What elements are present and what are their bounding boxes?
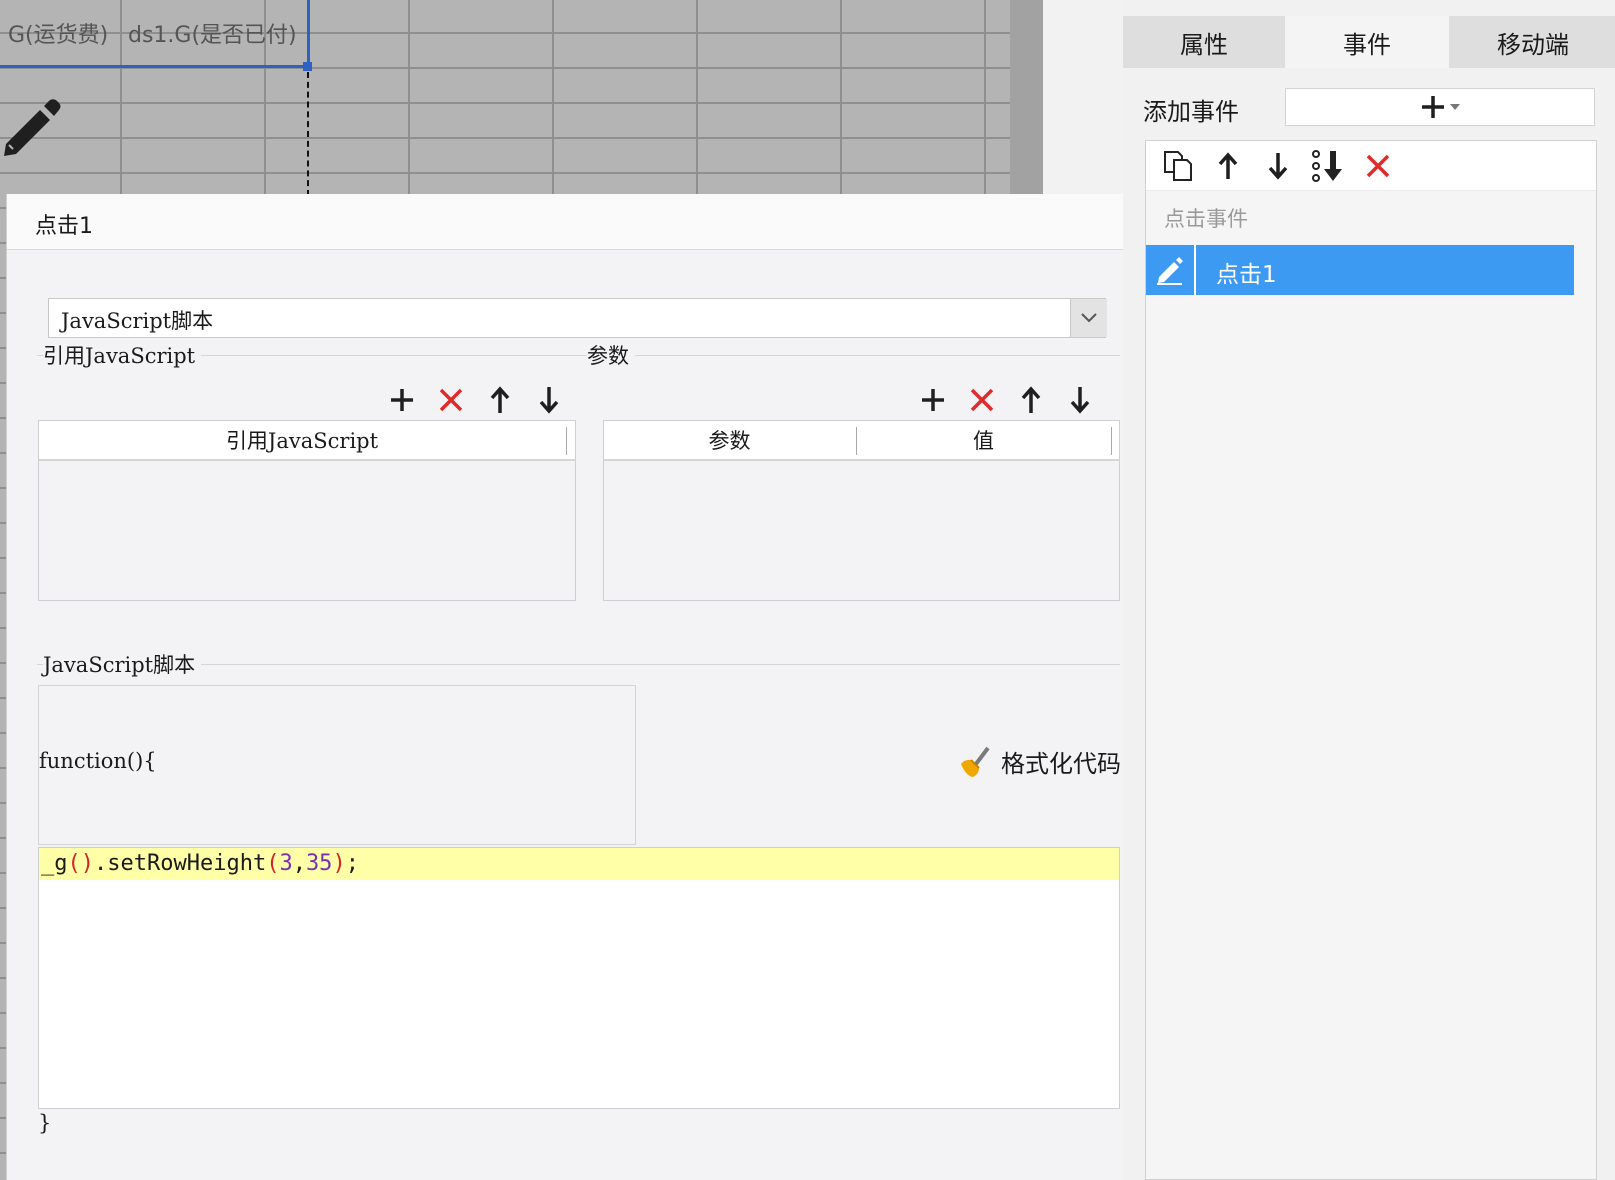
- event-list-toolbar: [1146, 141, 1596, 191]
- arrow-down-icon: [539, 387, 559, 414]
- code-token-number: 3: [279, 851, 293, 876]
- event-group-label: 点击事件: [1164, 207, 1248, 231]
- plus-icon: [391, 389, 413, 411]
- format-code-button[interactable]: 格式化代码: [957, 741, 1121, 781]
- param-value-column-header[interactable]: 值: [857, 421, 1110, 459]
- delete-icon: [970, 388, 994, 412]
- ref-js-table[interactable]: 引用JavaScript: [38, 420, 576, 601]
- move-down-event-button[interactable]: [1258, 146, 1298, 186]
- code-token-text: .setRowHeight: [94, 851, 267, 876]
- move-up-param-button[interactable]: [1011, 380, 1051, 420]
- event-item-label: 点击1: [1216, 262, 1277, 288]
- move-down-param-button[interactable]: [1060, 380, 1100, 420]
- panel-tabbar: 属性 事件 移动端: [1123, 16, 1615, 68]
- add-param-button[interactable]: [913, 380, 953, 420]
- params-table-header: 参数 值: [604, 421, 1119, 461]
- dialog-titlebar: 点击1: [7, 194, 1145, 250]
- fill-handle[interactable]: [303, 62, 312, 71]
- event-type-value: JavaScript脚本: [61, 309, 214, 333]
- sheet-scroll-strip: [1010, 0, 1043, 195]
- broom-icon: [961, 746, 990, 777]
- arrow-up-icon: [1021, 386, 1041, 413]
- code-token-number: 35: [305, 851, 333, 876]
- arrow-up-icon: [490, 386, 510, 413]
- add-ref-js-button[interactable]: [382, 380, 422, 420]
- code-token-paren: (: [67, 851, 81, 876]
- code-token-paren: (: [266, 851, 280, 876]
- sort-icon: [1312, 150, 1342, 182]
- function-close-text: }: [38, 1111, 52, 1135]
- arrow-down-icon: [1268, 153, 1288, 180]
- ref-js-group-label: 引用JavaScript: [43, 340, 202, 370]
- format-code-label: 格式化代码: [1001, 749, 1121, 778]
- delete-icon: [439, 388, 463, 412]
- move-up-ref-js-button[interactable]: [480, 380, 520, 420]
- params-table[interactable]: 参数 值: [603, 420, 1120, 601]
- edit-icon[interactable]: [1146, 245, 1196, 295]
- code-token-text: ,: [292, 851, 306, 876]
- params-group-label: 参数: [587, 340, 635, 370]
- group-divider: [572, 355, 1120, 356]
- ref-js-table-header: 引用JavaScript: [39, 421, 575, 461]
- tab-events[interactable]: 事件: [1285, 16, 1449, 68]
- ref-js-toolbar: [382, 380, 569, 420]
- column-separator: [566, 427, 567, 455]
- sort-event-button[interactable]: [1308, 146, 1348, 186]
- dialog-title: 点击1: [35, 214, 93, 239]
- sheet-gap: [1043, 0, 1123, 195]
- ref-js-column-header[interactable]: 引用JavaScript: [39, 421, 565, 459]
- script-group-label: JavaScript脚本: [43, 649, 202, 679]
- event-type-select[interactable]: JavaScript脚本: [48, 298, 1107, 338]
- code-token-text: ;: [345, 851, 359, 876]
- copy-icon: [1164, 151, 1192, 181]
- plus-icon: [922, 389, 944, 411]
- tab-properties[interactable]: 属性: [1123, 16, 1285, 68]
- arrow-down-icon: [1070, 387, 1090, 414]
- code-token-text: _g: [41, 851, 68, 876]
- chevron-down-icon[interactable]: [1070, 299, 1107, 337]
- event-editor-dialog: 点击1 JavaScript脚本 引用JavaScript 引用JavaScri…: [6, 194, 1145, 1180]
- selected-cell-border: [0, 0, 310, 68]
- event-list: 点击事件 点击1: [1145, 140, 1597, 1180]
- chevron-down-icon: [1450, 104, 1460, 110]
- plus-icon: [1422, 96, 1444, 118]
- move-up-event-button[interactable]: [1208, 146, 1248, 186]
- column-resize-guide: [307, 72, 309, 196]
- move-down-ref-js-button[interactable]: [529, 380, 569, 420]
- event-list-item[interactable]: 点击1: [1146, 245, 1574, 295]
- column-separator: [1111, 427, 1112, 455]
- delete-event-button[interactable]: [1358, 146, 1398, 186]
- add-event-label: 添加事件: [1143, 98, 1239, 126]
- code-token-paren: ): [332, 851, 346, 876]
- delete-ref-js-button[interactable]: [431, 380, 471, 420]
- param-name-column-header[interactable]: 参数: [604, 421, 855, 459]
- function-open-text: function(){: [39, 749, 157, 773]
- tab-mobile[interactable]: 移动端: [1451, 16, 1615, 68]
- add-event-button[interactable]: [1285, 88, 1595, 126]
- arrow-up-icon: [1218, 152, 1238, 179]
- code-token-paren: ): [80, 851, 94, 876]
- params-toolbar: [913, 380, 1100, 420]
- delete-icon: [1366, 154, 1390, 178]
- copy-event-button[interactable]: [1158, 146, 1198, 186]
- pencil-icon: [0, 96, 62, 158]
- code-editor[interactable]: _g().setRowHeight(3,35);: [38, 847, 1120, 1109]
- delete-param-button[interactable]: [962, 380, 1002, 420]
- code-line[interactable]: _g().setRowHeight(3,35);: [39, 848, 1119, 880]
- right-panel: 属性 事件 移动端 添加事件 点击事件 点击1: [1123, 0, 1615, 1180]
